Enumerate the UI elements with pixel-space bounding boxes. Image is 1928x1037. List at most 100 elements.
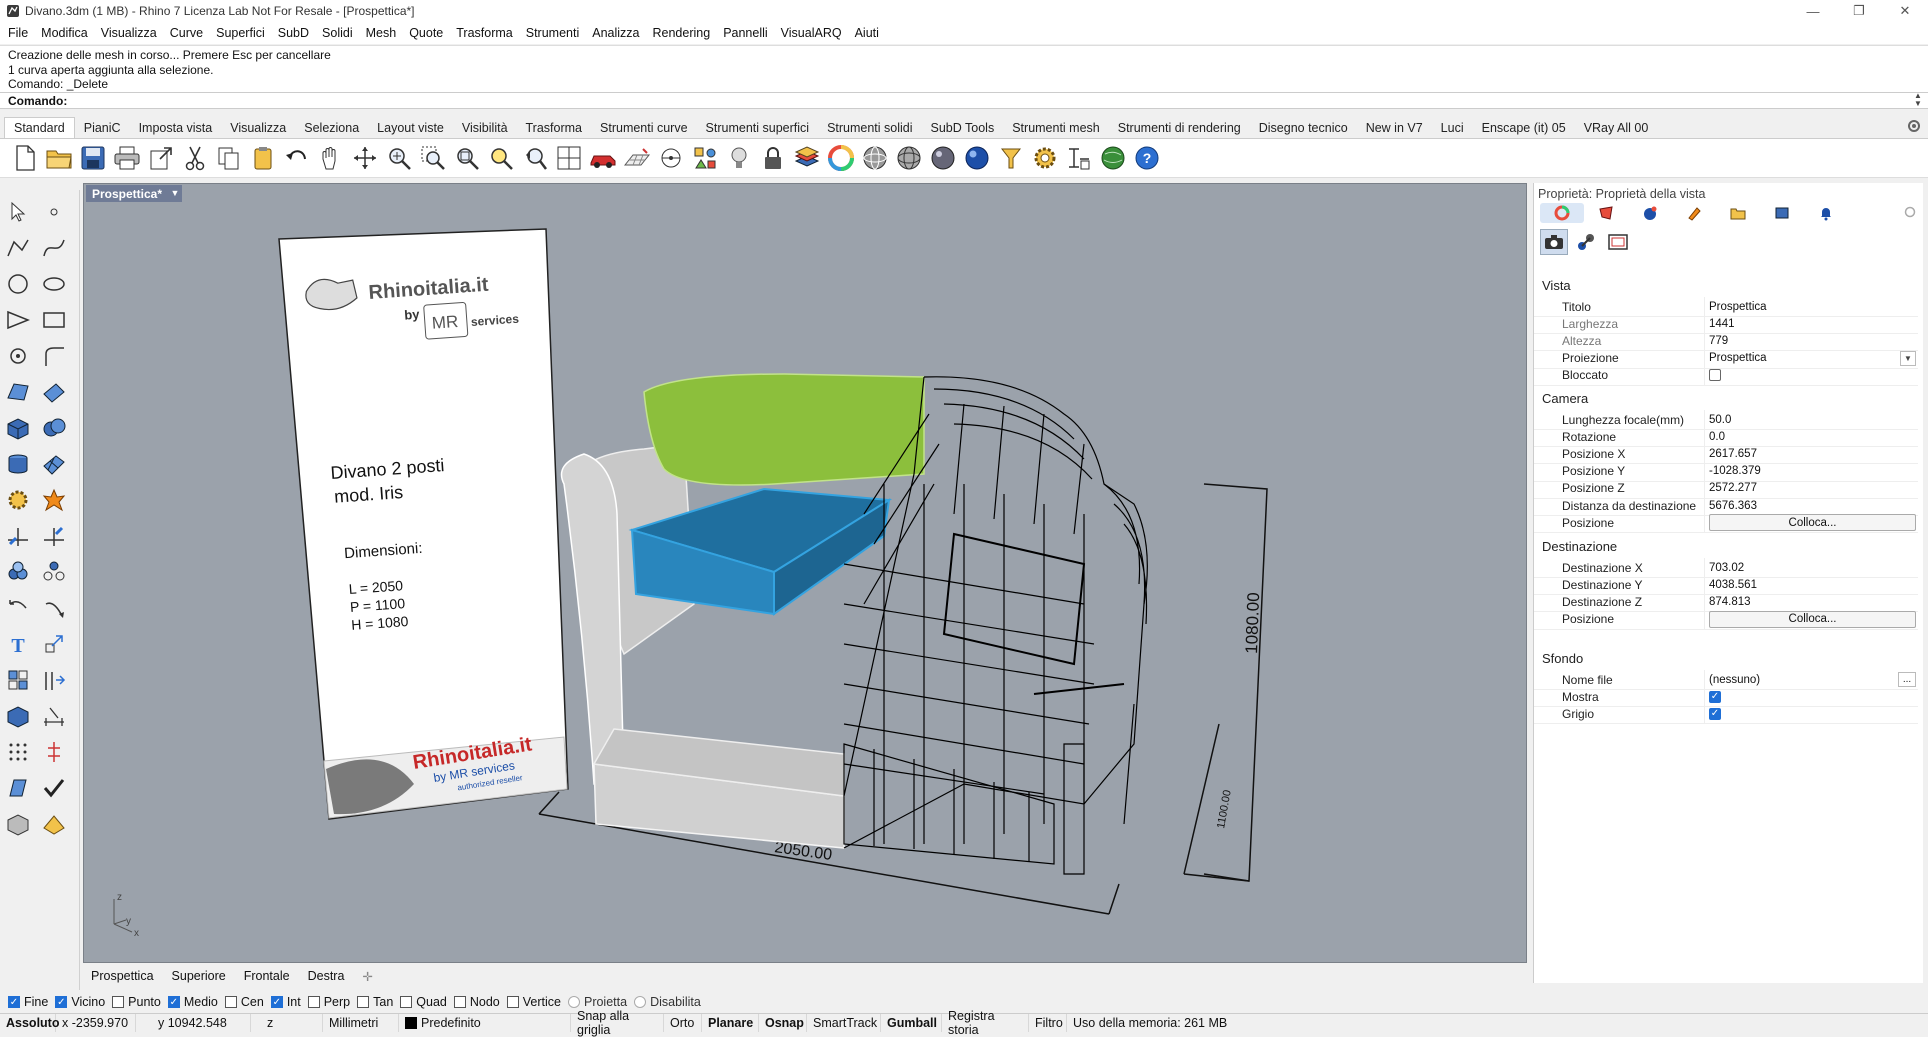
tab-visibilita[interactable]: Visibilità [453, 118, 517, 138]
osnap-vicino[interactable]: ✓ Vicino [55, 995, 105, 1009]
distance-icon[interactable] [38, 736, 70, 768]
add-view-tab-icon[interactable]: ✛ [362, 969, 372, 984]
osnap-quad[interactable]: Quad [400, 995, 447, 1009]
extrude-surface-icon[interactable] [38, 376, 70, 408]
tab-disegno-tecnico[interactable]: Disegno tecnico [1250, 118, 1357, 138]
select-arrow-icon[interactable] [2, 196, 34, 228]
menu-strumenti[interactable]: Strumenti [526, 26, 580, 40]
surface-icon[interactable] [2, 376, 34, 408]
gumball-toggle[interactable]: Gumball [881, 1013, 942, 1032]
transform-gear-icon[interactable] [2, 484, 34, 516]
osnap-checkbox[interactable] [400, 996, 413, 1008]
properties-tab-texture-icon[interactable] [1672, 203, 1716, 223]
menu-mesh[interactable]: Mesh [366, 26, 397, 40]
check-icon[interactable] [38, 772, 70, 804]
properties-tab-material-icon[interactable] [1584, 203, 1628, 223]
prop-value[interactable]: ✓ [1704, 704, 1918, 724]
osnap-checkbox[interactable] [567, 996, 580, 1008]
properties-icon[interactable] [688, 141, 722, 175]
new-file-icon[interactable] [8, 141, 42, 175]
lock-icon[interactable] [756, 141, 790, 175]
bloccato-checkbox[interactable] [1709, 369, 1721, 382]
cylinder-icon[interactable] [2, 448, 34, 480]
tab-strumenti-mesh[interactable]: Strumenti mesh [1003, 118, 1109, 138]
osnap-toggle[interactable]: Osnap [759, 1013, 807, 1032]
dimension-linear-icon[interactable] [38, 700, 70, 732]
mesh-icon[interactable] [38, 448, 70, 480]
menu-curve[interactable]: Curve [170, 26, 203, 40]
menu-solidi[interactable]: Solidi [322, 26, 353, 40]
osnap-fine[interactable]: ✓ Fine [8, 995, 48, 1009]
osnap-punto[interactable]: Punto [112, 995, 161, 1009]
prop-value[interactable]: ✓ [1704, 687, 1918, 707]
colloca-button[interactable]: Colloca... [1709, 610, 1916, 628]
light-bulb-icon[interactable] [722, 141, 756, 175]
text-icon[interactable]: T [2, 628, 34, 660]
undo-icon[interactable] [280, 141, 314, 175]
material-icon[interactable] [38, 808, 70, 840]
command-input[interactable]: Comando: [0, 92, 1928, 109]
tab-layout-viste[interactable]: Layout viste [368, 118, 453, 138]
menu-aiuti[interactable]: Aiuti [855, 26, 879, 40]
arc-icon[interactable] [2, 340, 34, 372]
osnap-medio[interactable]: ✓ Medio [167, 995, 218, 1009]
tab-vray[interactable]: VRay All 00 [1575, 118, 1658, 138]
layer-icon[interactable] [790, 141, 824, 175]
point-icon[interactable] [38, 196, 70, 228]
minimize-button[interactable]: — [1790, 0, 1836, 22]
cut-icon[interactable] [178, 141, 212, 175]
prop-value[interactable]: -1028.379 [1704, 461, 1918, 481]
view-tab-superiore[interactable]: Superiore [172, 969, 226, 983]
tab-new-in-v7[interactable]: New in V7 [1357, 118, 1432, 138]
view-tab-frontale[interactable]: Frontale [244, 969, 290, 983]
viewport-frame-icon[interactable] [1604, 229, 1632, 255]
prop-value[interactable]: 1441 [1704, 314, 1918, 334]
osnap-cen[interactable]: Cen [224, 995, 264, 1009]
colloca-button[interactable]: Colloca... [1709, 514, 1916, 532]
rectangle-icon[interactable] [38, 304, 70, 336]
prop-value[interactable]: Colloca... [1704, 609, 1918, 629]
help-icon[interactable]: ? [1130, 141, 1164, 175]
menu-modifica[interactable]: Modifica [41, 26, 88, 40]
tab-imposta-vista[interactable]: Imposta vista [130, 118, 222, 138]
osnap-int[interactable]: ✓ Int [270, 995, 301, 1009]
solid-union-icon[interactable] [38, 412, 70, 444]
prop-value[interactable]: (nessuno)... [1704, 670, 1918, 689]
close-button[interactable]: ✕ [1882, 0, 1928, 22]
color-wheel-icon[interactable] [824, 141, 858, 175]
save-icon[interactable] [76, 141, 110, 175]
split-icon[interactable] [38, 520, 70, 552]
prop-value[interactable]: 5676.363 [1704, 496, 1918, 515]
cube-render-icon[interactable] [2, 808, 34, 840]
grid-icon[interactable] [620, 141, 654, 175]
osnap-checkbox[interactable] [506, 996, 519, 1008]
flashlight-icon[interactable] [994, 141, 1028, 175]
tab-seleziona[interactable]: Seleziona [295, 118, 368, 138]
array-icon[interactable] [2, 664, 34, 696]
properties-tab-folder-icon[interactable] [1716, 203, 1760, 223]
properties-tab-environment-icon[interactable] [1628, 203, 1672, 223]
osnap-checkbox[interactable] [307, 996, 320, 1008]
menu-visualizza[interactable]: Visualizza [101, 26, 157, 40]
prop-value[interactable]: Prospettica [1704, 297, 1918, 316]
tab-luci[interactable]: Luci [1432, 118, 1473, 138]
menu-superfici[interactable]: Superfici [216, 26, 265, 40]
osnap-checkbox[interactable]: ✓ [55, 996, 68, 1008]
globe-icon[interactable] [1096, 141, 1130, 175]
command-scroll-arrows[interactable]: ▲ ▼ [1912, 92, 1924, 109]
osnap-nodo[interactable]: Nodo [453, 995, 500, 1009]
filter-toggle[interactable]: Filtro [1029, 1013, 1067, 1032]
osnap-vertice[interactable]: Vertice [506, 995, 561, 1009]
sphere-wire-icon[interactable] [858, 141, 892, 175]
zoom-icon[interactable] [382, 141, 416, 175]
points-grid-icon[interactable] [2, 736, 34, 768]
scale-icon[interactable] [38, 628, 70, 660]
menu-visualarq[interactable]: VisualARQ [781, 26, 842, 40]
prop-value[interactable]: 2572.277 [1704, 478, 1918, 498]
grigio-checkbox[interactable]: ✓ [1709, 707, 1721, 720]
tab-strumenti-rendering[interactable]: Strumenti di rendering [1109, 118, 1250, 138]
open-folder-icon[interactable] [42, 141, 76, 175]
menu-analizza[interactable]: Analizza [592, 26, 639, 40]
tab-strumenti-curve[interactable]: Strumenti curve [591, 118, 697, 138]
zoom-window-icon[interactable] [416, 141, 450, 175]
